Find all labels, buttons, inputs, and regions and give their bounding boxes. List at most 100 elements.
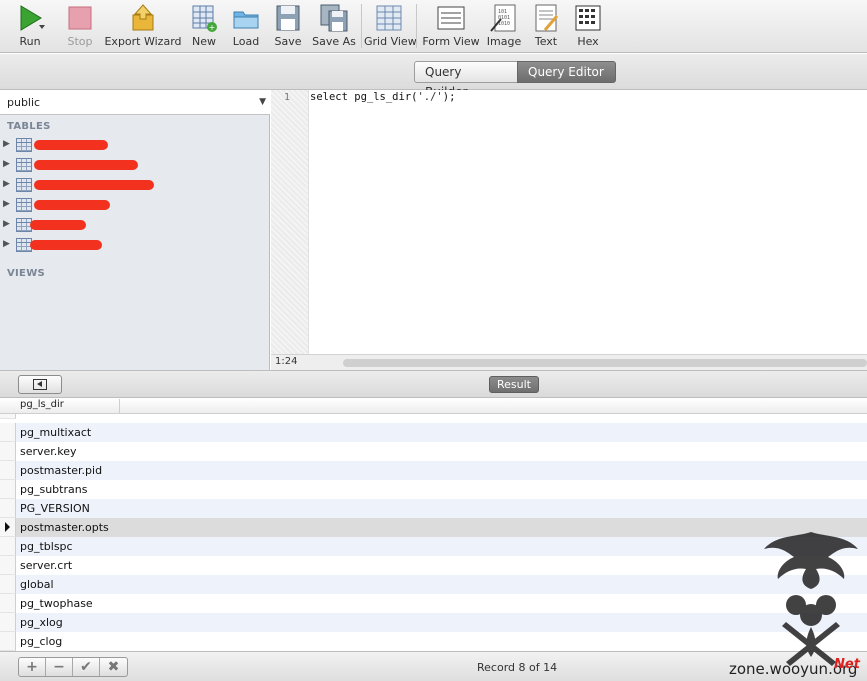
load-button[interactable]: Load <box>228 0 264 53</box>
expand-triangle-icon[interactable]: ▶ <box>3 199 10 209</box>
table-row[interactable]: PG_VERSION <box>0 499 867 518</box>
row-indicator[interactable] <box>0 594 16 613</box>
collapse-panel-icon <box>33 379 47 390</box>
cell-pg-ls-dir[interactable]: PG_VERSION <box>20 502 90 515</box>
apply-changes-button[interactable]: ✔ <box>73 658 100 676</box>
stop-button[interactable]: Stop <box>60 0 100 53</box>
expand-triangle-icon[interactable]: ▶ <box>3 139 10 149</box>
new-button[interactable]: + New <box>186 0 222 53</box>
table-row[interactable]: pg_multixact <box>0 423 867 442</box>
redaction-mark <box>34 200 110 210</box>
cell-pg-ls-dir[interactable]: pg_tblspc <box>20 540 73 553</box>
load-label: Load <box>232 35 260 48</box>
table-row[interactable]: postmaster.pid <box>0 461 867 480</box>
row-indicator[interactable] <box>0 575 16 594</box>
row-indicator[interactable] <box>0 537 16 556</box>
add-row-button[interactable]: + <box>19 658 46 676</box>
cell-pg-ls-dir[interactable]: server.key <box>20 445 77 458</box>
text-button[interactable]: Text <box>528 0 564 53</box>
tab-result[interactable]: Result <box>489 376 539 393</box>
image-button[interactable]: 101 0101 1010 Image <box>484 0 524 53</box>
code-prefix: select pg_ls_dir( <box>310 91 418 103</box>
save-as-icon <box>320 4 348 32</box>
table-row[interactable]: global <box>0 575 867 594</box>
row-indicator[interactable] <box>0 499 16 518</box>
export-wizard-button[interactable]: Export Wizard <box>104 0 182 53</box>
cell-pg-ls-dir[interactable]: pg_clog <box>20 635 62 648</box>
new-label: New <box>192 35 216 48</box>
column-header-pg-ls-dir[interactable]: pg_ls_dir <box>18 399 120 413</box>
sidebar-table-item[interactable]: ▶ <box>0 176 268 196</box>
tab-query-editor[interactable]: Query Editor <box>517 61 616 83</box>
row-indicator[interactable] <box>0 442 16 461</box>
table-row[interactable]: server.key <box>0 442 867 461</box>
save-button[interactable]: Save <box>270 0 306 53</box>
table-row[interactable]: pg_clog <box>0 632 867 651</box>
toggle-sidebar-button[interactable] <box>18 375 62 394</box>
sidebar-table-item[interactable]: ▶ <box>0 156 268 176</box>
row-indicator[interactable] <box>0 632 16 651</box>
table-row[interactable]: pg_twophase <box>0 594 867 613</box>
table-row[interactable]: pg_tblspc <box>0 537 867 556</box>
sidebar-table-item[interactable]: ▶ <box>0 216 268 236</box>
redaction-mark <box>34 140 108 150</box>
stop-icon <box>68 6 92 30</box>
table-icon <box>16 198 32 212</box>
expand-triangle-icon[interactable]: ▶ <box>3 179 10 189</box>
line-number: 1 <box>283 92 290 103</box>
table-row[interactable]: pg_xlog <box>0 613 867 632</box>
table-icon <box>16 178 32 192</box>
cell-pg-ls-dir[interactable]: postmaster.pid <box>20 464 102 477</box>
save-icon <box>276 5 300 31</box>
cell-pg-ls-dir[interactable]: pg_xlog <box>20 616 63 629</box>
discard-changes-button[interactable]: ✖ <box>100 658 127 676</box>
table-row[interactable]: pg_subtrans <box>0 480 867 499</box>
delete-row-button[interactable]: − <box>46 658 73 676</box>
row-indicator[interactable] <box>0 613 16 632</box>
sidebar-table-item[interactable]: ▶ <box>0 236 268 256</box>
cell-pg-ls-dir[interactable]: server.crt <box>20 559 72 572</box>
row-indicator[interactable] <box>0 423 16 442</box>
watermark-logo <box>764 532 858 666</box>
table-row[interactable]: server.crt <box>0 556 867 575</box>
expand-triangle-icon[interactable]: ▶ <box>3 159 10 169</box>
expand-triangle-icon[interactable]: ▶ <box>3 239 10 249</box>
image-icon: 101 0101 1010 <box>490 4 516 32</box>
cell-pg-ls-dir[interactable]: pg_subtrans <box>20 483 87 496</box>
row-indicator[interactable] <box>0 518 16 537</box>
table-icon <box>16 138 32 152</box>
table-row[interactable]: postmaster.opts <box>0 518 867 537</box>
export-wizard-label: Export Wizard <box>104 35 182 48</box>
results-grid[interactable]: base pg_ls_dir pg_multixactserver.keypos… <box>0 398 867 651</box>
row-indicator[interactable] <box>0 461 16 480</box>
row-indicator[interactable] <box>0 480 16 499</box>
views-header: VIEWS <box>7 268 46 279</box>
cell-pg-ls-dir[interactable]: pg_twophase <box>20 597 93 610</box>
row-indicator[interactable] <box>0 556 16 575</box>
cell-pg-ls-dir[interactable]: postmaster.opts <box>20 521 109 534</box>
expand-triangle-icon[interactable]: ▶ <box>3 219 10 229</box>
grid-view-icon <box>376 5 402 31</box>
tab-query-builder[interactable]: Query Builder <box>414 61 518 99</box>
save-as-button[interactable]: Save As <box>310 0 358 53</box>
grid-view-button[interactable]: Grid View <box>364 0 417 53</box>
chevron-down-icon: ▼ <box>259 97 266 107</box>
form-view-label: Form View <box>422 35 480 48</box>
cell-pg-ls-dir[interactable]: global <box>20 578 54 591</box>
result-bar: Result <box>0 370 867 398</box>
cell-pg-ls-dir[interactable]: pg_multixact <box>20 426 91 439</box>
toolbar-separator <box>361 4 362 48</box>
horizontal-scrollbar[interactable] <box>343 359 867 367</box>
text-label: Text <box>534 35 558 48</box>
hex-button[interactable]: Hex <box>568 0 608 53</box>
sql-editor[interactable]: 1 select pg_ls_dir('./'); 1:24 <box>271 90 867 370</box>
run-label: Run <box>19 35 41 48</box>
sql-code-line[interactable]: select pg_ls_dir('./'); <box>310 91 455 103</box>
sidebar-table-item[interactable]: ▶ <box>0 196 268 216</box>
sidebar-table-item[interactable]: ▶ <box>0 136 268 156</box>
redaction-mark <box>30 220 86 230</box>
run-button[interactable]: Run <box>10 0 50 53</box>
form-view-button[interactable]: Form View <box>422 0 480 53</box>
schema-select[interactable]: public ▼ <box>0 90 270 115</box>
save-as-label: Save As <box>312 35 356 48</box>
